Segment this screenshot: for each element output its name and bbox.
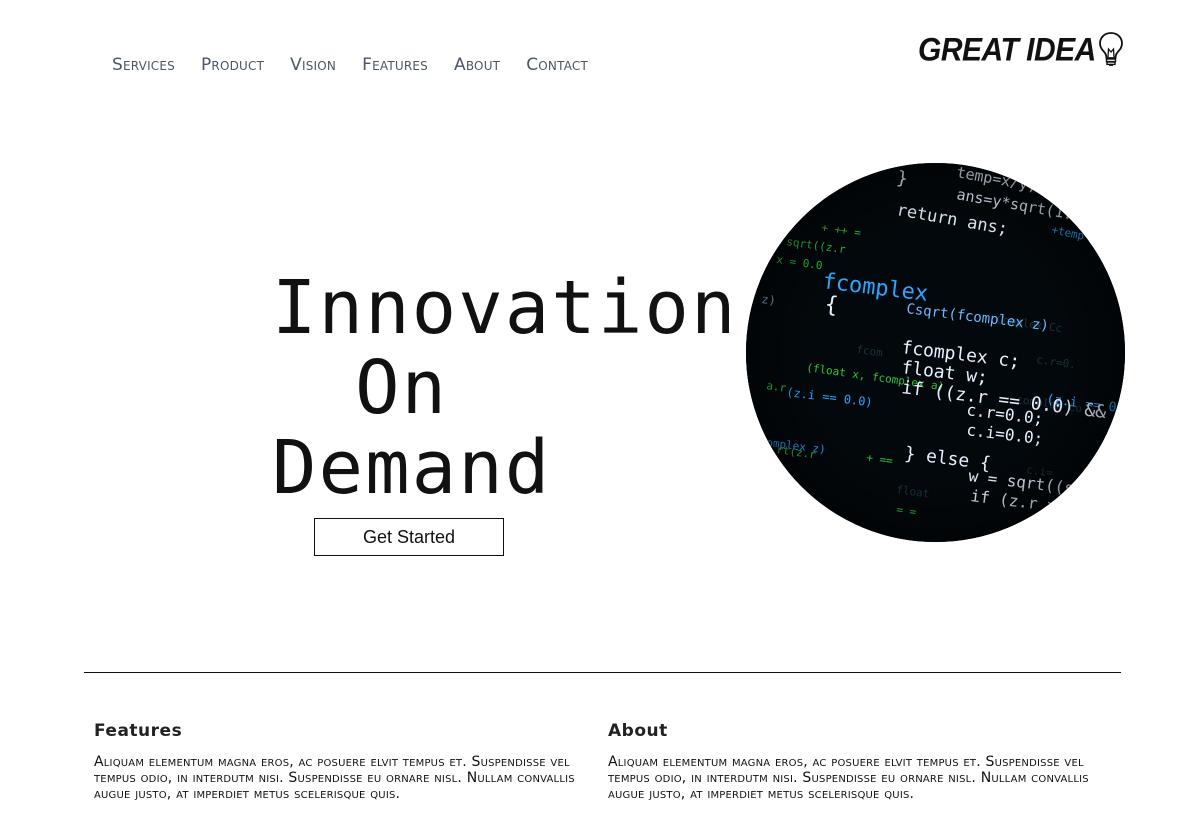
- features-section: Features Aliquam elementum magna eros, a…: [94, 720, 584, 802]
- logo-text: GREAT IDEA: [918, 32, 1096, 69]
- logo[interactable]: GREAT IDEA: [918, 32, 1125, 69]
- nav-item-about[interactable]: About: [454, 54, 500, 76]
- about-text: Aliquam elementum magna eros, ac posuere…: [608, 754, 1089, 802]
- nav-item-contact[interactable]: Contact: [526, 54, 588, 76]
- lightbulb-icon: [1098, 32, 1123, 66]
- main-nav: Services Product Vision Features About C…: [112, 54, 588, 76]
- hero-heading-line-2: On: [355, 345, 449, 431]
- code-screen-image: Complex Cc c.r=0. complex Co float c.i= …: [746, 163, 1125, 542]
- nav-item-vision[interactable]: Vision: [290, 54, 336, 76]
- about-section: About Aliquam elementum magna eros, ac p…: [608, 720, 1098, 802]
- features-text: Aliquam elementum magna eros, ac posuere…: [94, 754, 575, 802]
- nav-item-services[interactable]: Services: [112, 54, 175, 76]
- section-divider: [84, 672, 1121, 673]
- hero-heading-line-3: Demand: [272, 425, 552, 511]
- nav-item-product[interactable]: Product: [201, 54, 264, 76]
- features-title: Features: [94, 721, 183, 741]
- get-started-button[interactable]: Get Started: [314, 518, 504, 556]
- nav-item-features[interactable]: Features: [362, 54, 428, 76]
- about-title: About: [608, 721, 668, 741]
- hero-heading-line-1: Innovation: [272, 265, 738, 351]
